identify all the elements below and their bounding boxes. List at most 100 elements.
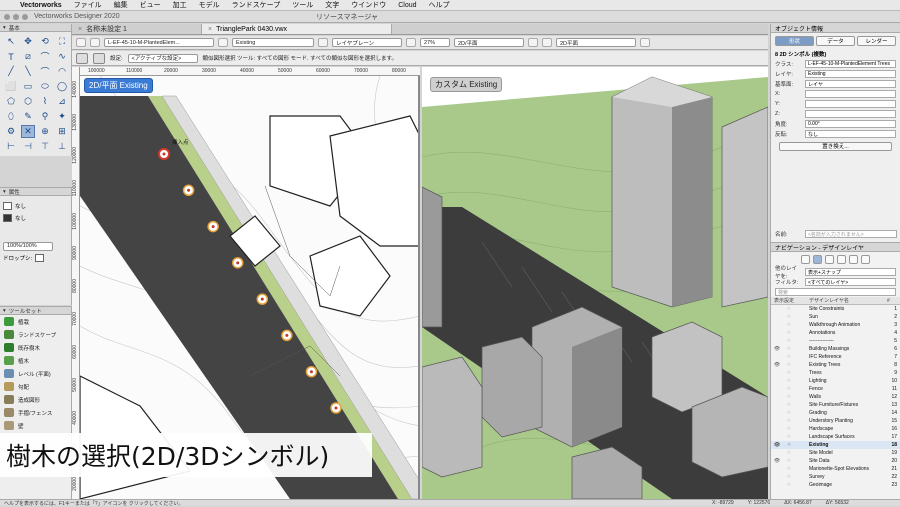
- visibility-dots-icon[interactable]: ⁘: [783, 418, 795, 424]
- menu-landscape[interactable]: ランドスケープ: [232, 0, 281, 10]
- mode-similar-select-icon[interactable]: [93, 52, 105, 64]
- tool-button[interactable]: ◠: [55, 65, 69, 78]
- plane-select[interactable]: レイヤプレーン: [332, 38, 402, 47]
- eye-icon[interactable]: 👁: [771, 362, 783, 368]
- tool-button[interactable]: ⊤: [38, 140, 52, 153]
- toolset-item[interactable]: 勾配: [0, 380, 71, 393]
- pen-swatch[interactable]: [3, 214, 12, 222]
- visibility-dots-icon[interactable]: ⁘: [783, 370, 795, 376]
- design-layers-tab-icon[interactable]: [813, 255, 822, 264]
- chevron-down-icon[interactable]: ▾: [3, 308, 6, 314]
- fill-swatch[interactable]: [3, 202, 12, 210]
- saved-views-tab-icon[interactable]: [849, 255, 858, 264]
- z-field[interactable]: [805, 110, 896, 118]
- layer-row[interactable]: ⁘ Trees 9: [771, 369, 900, 377]
- app-menu[interactable]: Vectorworks: [20, 2, 62, 9]
- layer-row[interactable]: ⁘ Sun 2: [771, 313, 900, 321]
- layer-row[interactable]: ⁘ Lighting 10: [771, 377, 900, 385]
- visibility-dots-icon[interactable]: ⁘: [783, 338, 795, 344]
- visibility-dots-icon[interactable]: ⁘: [783, 346, 795, 352]
- layer-row[interactable]: ⁘ Hardscape 16: [771, 425, 900, 433]
- toolset-item[interactable]: ランドスケープ: [0, 328, 71, 341]
- other-layers-select[interactable]: 表示+スナップ: [805, 268, 896, 276]
- layer-row[interactable]: ⁘ Site Furniture/Fixtures 13: [771, 401, 900, 409]
- visibility-dots-icon[interactable]: ⁘: [783, 442, 795, 448]
- split-view-icon[interactable]: [542, 38, 552, 47]
- visibility-dots-icon[interactable]: ⁘: [783, 474, 795, 480]
- view-options-icon[interactable]: [640, 38, 650, 47]
- toolset-item[interactable]: 壁: [0, 419, 71, 432]
- tool-button[interactable]: ⌒: [38, 65, 52, 78]
- back-icon[interactable]: [76, 38, 86, 47]
- menu-modify[interactable]: 加工: [173, 0, 187, 10]
- toolset-item[interactable]: 植木: [0, 354, 71, 367]
- tool-button[interactable]: ⬜: [4, 80, 18, 93]
- visibility-dots-icon[interactable]: ⁘: [783, 402, 795, 408]
- tab-shape[interactable]: 形状: [775, 36, 814, 46]
- tool-button[interactable]: ✕: [21, 125, 35, 138]
- viewports-tab-icon[interactable]: [837, 255, 846, 264]
- menu-cloud[interactable]: Cloud: [398, 2, 416, 9]
- sheet-layers-tab-icon[interactable]: [825, 255, 834, 264]
- tool-button[interactable]: ⛶: [55, 35, 69, 48]
- close-window-button[interactable]: [4, 13, 10, 20]
- tool-button[interactable]: ⬯: [4, 110, 18, 123]
- tool-button[interactable]: ✎: [21, 110, 35, 123]
- layer-row[interactable]: ⁘ Marionette-Spot Elevations 21: [771, 465, 900, 473]
- close-icon[interactable]: ×: [208, 26, 212, 33]
- pen-value[interactable]: なし: [15, 214, 26, 222]
- visibility-dots-icon[interactable]: ⁘: [783, 434, 795, 440]
- forward-icon[interactable]: [90, 38, 100, 47]
- menu-tools[interactable]: ツール: [292, 0, 313, 10]
- view-select[interactable]: 2D/平面: [454, 38, 524, 47]
- layer-row[interactable]: ⁘ Survey 22: [771, 473, 900, 481]
- tool-button[interactable]: ⌇: [38, 95, 52, 108]
- class-visibility-icon[interactable]: [218, 38, 228, 47]
- visibility-dots-icon[interactable]: ⁘: [783, 410, 795, 416]
- layer-row[interactable]: ⁘ IFC Reference 7: [771, 353, 900, 361]
- tool-button[interactable]: ╱: [4, 65, 18, 78]
- menu-text[interactable]: 文字: [325, 0, 339, 10]
- replace-button[interactable]: 置き換え...: [779, 142, 892, 151]
- tab-render[interactable]: レンダー: [857, 36, 896, 46]
- toolset-item[interactable]: 既存樹木: [0, 341, 71, 354]
- menu-file[interactable]: ファイル: [74, 0, 102, 10]
- y-field[interactable]: [805, 100, 896, 108]
- angle-field[interactable]: 0.00°: [805, 120, 896, 128]
- classes-tab-icon[interactable]: [801, 255, 810, 264]
- toolset-item[interactable]: 植栽: [0, 315, 71, 328]
- zoom-select[interactable]: 27%: [420, 38, 450, 47]
- tool-button[interactable]: ∿: [55, 50, 69, 63]
- tool-button[interactable]: ⊢: [4, 140, 18, 153]
- layer-row[interactable]: 👁 ⁘ Existing Trees 8: [771, 361, 900, 369]
- tool-button[interactable]: ⧄: [21, 50, 35, 63]
- visibility-dots-icon[interactable]: ⁘: [783, 466, 795, 472]
- toolset-item[interactable]: 造成図形: [0, 393, 71, 406]
- tool-button[interactable]: ⊿: [55, 95, 69, 108]
- visibility-dots-icon[interactable]: ⁘: [783, 482, 795, 488]
- tool-button[interactable]: ⊥: [55, 140, 69, 153]
- menu-window[interactable]: ウインドウ: [351, 0, 386, 10]
- layer-row[interactable]: ⁘ Fence 11: [771, 385, 900, 393]
- layer-row[interactable]: 👁 ⁘ Building Massings 6: [771, 345, 900, 353]
- layer-row[interactable]: ⁘ Walkthrough Animation 3: [771, 321, 900, 329]
- tool-button[interactable]: ✦: [55, 110, 69, 123]
- tab-data[interactable]: データ: [816, 36, 855, 46]
- plane-field[interactable]: レイヤ: [805, 80, 896, 88]
- menu-view[interactable]: ビュー: [140, 0, 161, 10]
- model-3d-drawing[interactable]: [422, 67, 768, 499]
- eye-icon[interactable]: 👁: [771, 458, 783, 464]
- visibility-dots-icon[interactable]: ⁘: [783, 322, 795, 328]
- class-select[interactable]: L-EF-45-10-M-PlantedElem...: [104, 38, 214, 47]
- layer-visibility-icon[interactable]: [318, 38, 328, 47]
- viewport-3d[interactable]: カスタム Existing: [422, 67, 768, 499]
- resource-manager-title[interactable]: リソースマネージャ: [316, 12, 378, 22]
- toolset-item[interactable]: 手摺/フェンス: [0, 406, 71, 419]
- search-input[interactable]: 検索: [775, 288, 896, 296]
- mirror-select[interactable]: なし: [805, 130, 896, 138]
- layer-select[interactable]: Existing: [232, 38, 314, 47]
- toolset-item[interactable]: レベル (平面): [0, 367, 71, 380]
- tool-button[interactable]: ⬠: [4, 95, 18, 108]
- tool-button[interactable]: ⊞: [55, 125, 69, 138]
- fill-value[interactable]: なし: [15, 202, 26, 210]
